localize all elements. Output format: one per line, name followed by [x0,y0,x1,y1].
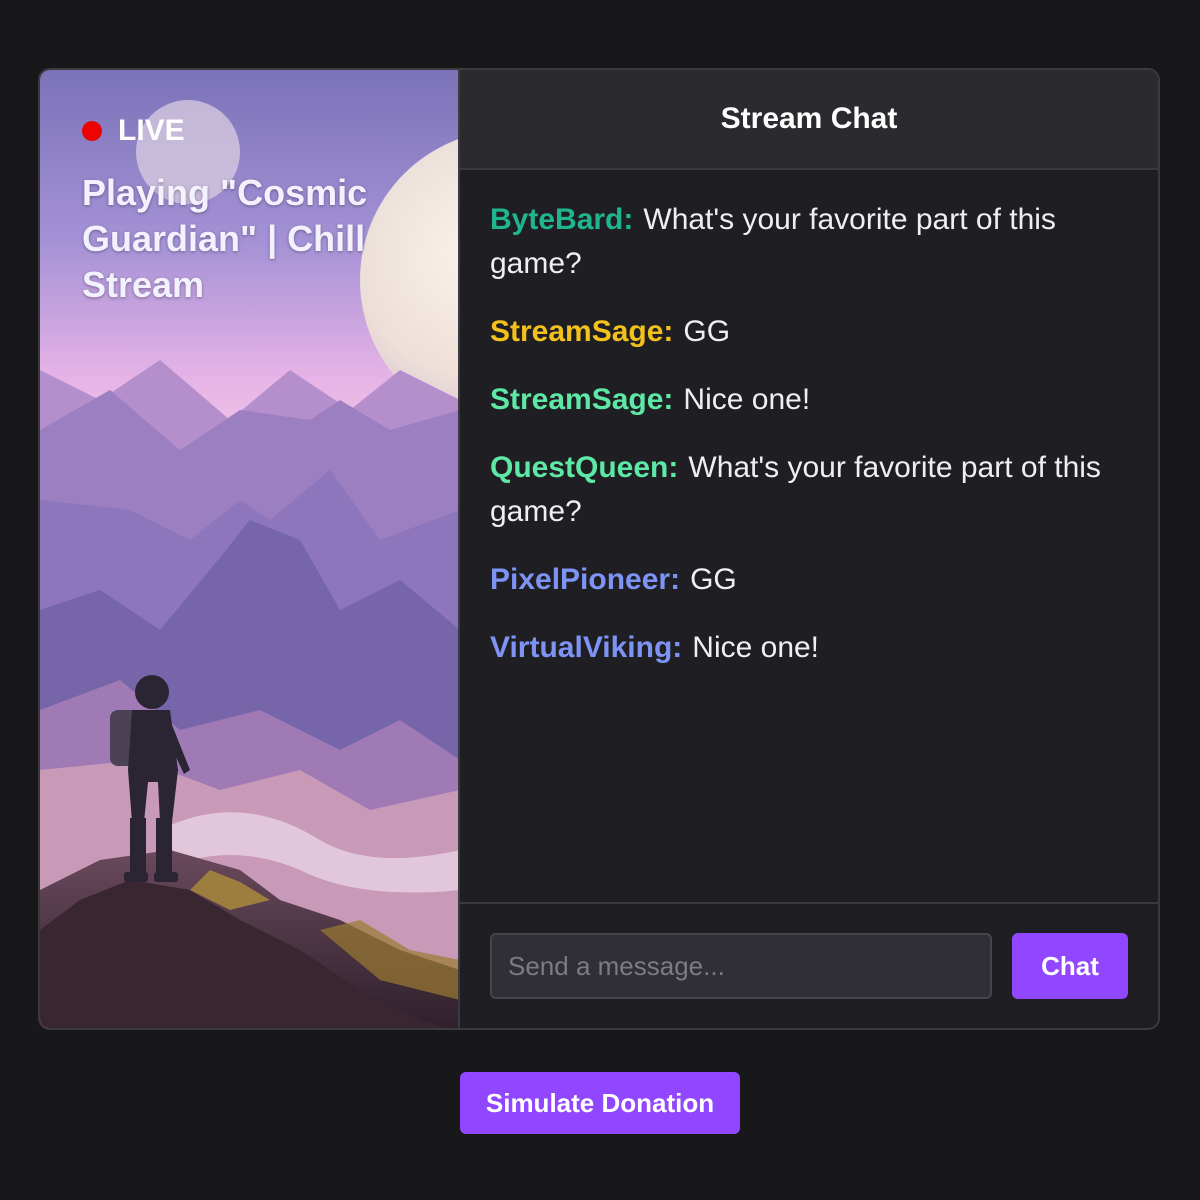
live-indicator: LIVE [82,114,185,148]
chat-username[interactable]: StreamSage: [490,383,673,416]
chat-username[interactable]: ByteBard: [490,203,633,236]
chat-username[interactable]: VirtualViking: [490,631,682,664]
chat-messages[interactable]: ByteBard: What's your favorite part of th… [460,170,1158,902]
chat-message-text: GG [683,315,731,348]
stream-container: LIVE Playing "Cosmic Guardian" | Chill S… [38,68,1160,1030]
chat-message: VirtualViking: Nice one! [490,626,1128,670]
chat-username[interactable]: PixelPioneer: [490,563,680,596]
chat-message-text: Nice one! [683,383,811,416]
live-dot-icon [82,121,102,141]
chat-username[interactable]: StreamSage: [490,315,673,348]
live-label: LIVE [118,114,185,147]
chat-message: ByteBard: What's your favorite part of th… [490,198,1128,286]
stream-title: Playing "Cosmic Guardian" | Chill Stream [82,172,368,305]
chat-message-text: GG [690,563,737,596]
simulate-donation-button[interactable]: Simulate Donation [460,1072,740,1134]
chat-header: Stream Chat [460,70,1158,170]
chat-message: PixelPioneer: GG [490,558,1128,602]
chat-send-button[interactable]: Chat [1012,933,1128,999]
chat-message: StreamSage: Nice one! [490,378,1128,422]
chat-input[interactable] [490,933,992,999]
chat-composer: Chat [460,902,1158,1028]
video-player[interactable]: LIVE Playing "Cosmic Guardian" | Chill S… [40,70,460,1028]
chat-message: StreamSage: GG [490,310,1128,354]
chat-panel: Stream Chat ByteBard: What's your favorit… [460,70,1158,1028]
chat-message-text: Nice one! [692,631,820,664]
chat-message: QuestQueen: What's your favorite part of … [490,446,1128,534]
chat-username[interactable]: QuestQueen: [490,451,678,484]
